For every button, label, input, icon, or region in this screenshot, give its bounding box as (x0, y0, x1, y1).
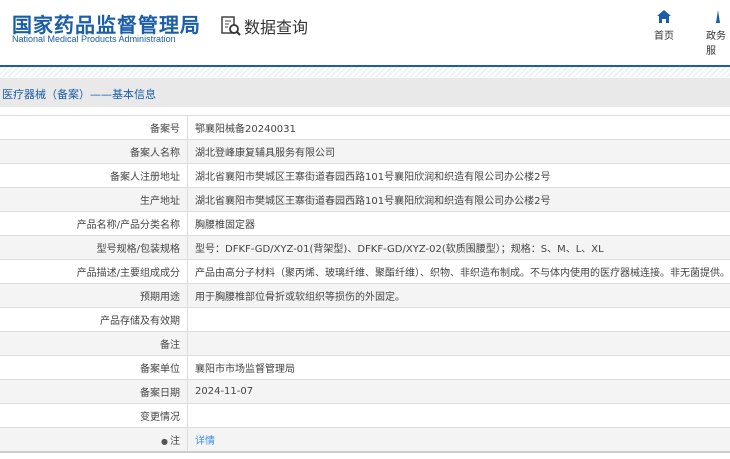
row-value: 襄阳市市场监督管理局 (187, 355, 730, 380)
row-label-text: 生产地址 (140, 196, 180, 207)
row-value: 详情 (187, 427, 730, 453)
row-value: 湖北登峰康复辅具服务有限公司 (187, 139, 730, 164)
row-value-text: 湖北省襄阳市樊城区王寨街道春园西路101号襄阳欣润和织造有限公司办公楼2号 (195, 196, 551, 207)
row-value: 用于胸腰椎部位骨折或软组织等损伤的外固定。 (187, 283, 730, 308)
row-value (187, 307, 730, 332)
table-row: 备案人名称 湖北登峰康复辅具服务有限公司 (0, 139, 730, 164)
decorative-stripe (0, 67, 730, 77)
row-value: 2024-11-07 (187, 379, 730, 404)
site-header: 国家药品监督管理局 National Medical Products Admi… (0, 0, 730, 66)
row-value: 产品由高分子材料（聚丙烯、玻璃纤维、聚酯纤维）、织物、非织造布制成。不与体内使用… (187, 259, 730, 284)
row-value: 湖北省襄阳市樊城区王寨街道春园西路101号襄阳欣润和织造有限公司办公楼2号 (187, 187, 730, 212)
logo-subtitle: National Medical Products Administration (12, 34, 176, 44)
row-label: 备案日期 (0, 379, 188, 404)
table-row: 产品名称/产品分类名称 胸腰椎固定器 (0, 211, 730, 236)
services-icon (716, 10, 720, 23)
details-link[interactable]: 详情 (195, 436, 215, 447)
nav-home[interactable]: 首页 (654, 10, 674, 42)
row-label-text: 备案日期 (140, 388, 180, 399)
table-row: 生产地址 湖北省襄阳市樊城区王寨街道春园西路101号襄阳欣润和织造有限公司办公楼2… (0, 187, 730, 212)
table-row: 预期用途 用于胸腰椎部位骨折或软组织等损伤的外固定。 (0, 283, 730, 308)
table-row: 备案人注册地址 湖北省襄阳市樊城区王寨街道春园西路101号襄阳欣润和织造有限公司办… (0, 163, 730, 188)
table-row: 备案日期 2024-11-07 (0, 379, 730, 404)
row-label: 预期用途 (0, 283, 188, 308)
row-label-text: 型号规格/包装规格 (96, 244, 180, 255)
row-value: 湖北省襄阳市樊城区王寨街道春园西路101号襄阳欣润和织造有限公司办公楼2号 (187, 163, 730, 188)
row-label: 备案号 (0, 115, 188, 140)
data-query-label: 数据查询 (244, 18, 309, 37)
home-icon (657, 10, 671, 23)
section-title-bar: 医疗器械（备案）——基本信息 (0, 78, 730, 107)
row-value-text: 2024-11-07 (195, 386, 254, 397)
table-row: 备注 (0, 331, 730, 356)
row-value-text: 胸腰椎固定器 (195, 220, 255, 231)
table-row: 产品存储及有效期 (0, 307, 730, 332)
row-value-text: 产品由高分子材料（聚丙烯、玻璃纤维、聚酯纤维）、织物、非织造布制成。不与体内使用… (195, 268, 730, 279)
row-label-text: 变更情况 (140, 412, 180, 423)
section-title: 医疗器械（备案）——基本信息 (2, 88, 156, 101)
nav-government-services[interactable]: 政务服 (706, 10, 730, 57)
row-value: 鄂襄阳械备20240031 (187, 115, 730, 140)
table-row: 型号规格/包装规格 型号：DFKF-GD/XYZ-01(背架型)、DFKF-GD/… (0, 235, 730, 260)
row-label: 生产地址 (0, 187, 188, 212)
row-label-text: 产品存储及有效期 (100, 316, 180, 327)
document-search-icon (221, 16, 241, 36)
row-label: ● 注 (0, 427, 188, 453)
row-label-text: 备注 (160, 340, 180, 351)
pin-icon: ● (161, 437, 168, 446)
row-label-text: 备案号 (150, 124, 180, 135)
row-label-text: 预期用途 (140, 292, 180, 303)
row-value (187, 331, 730, 356)
data-query-heading[interactable]: 数据查询 (220, 14, 308, 38)
row-label: 备案人名称 (0, 139, 188, 164)
row-label: 型号规格/包装规格 (0, 235, 188, 260)
row-label: 备注 (0, 331, 188, 356)
row-value: 型号：DFKF-GD/XYZ-01(背架型)、DFKF-GD/XYZ-02(软质… (187, 235, 730, 260)
row-value: 胸腰椎固定器 (187, 211, 730, 236)
row-label: 产品存储及有效期 (0, 307, 188, 332)
table-row: 产品描述/主要组成成分 产品由高分子材料（聚丙烯、玻璃纤维、聚酯纤维）、织物、非织… (0, 259, 730, 284)
row-value-text: 湖北登峰康复辅具服务有限公司 (195, 148, 335, 159)
row-value-text: 襄阳市市场监督管理局 (195, 364, 295, 375)
row-value-text: 鄂襄阳械备20240031 (195, 124, 296, 135)
row-label: 变更情况 (0, 403, 188, 428)
table-row: 备案单位 襄阳市市场监督管理局 (0, 355, 730, 380)
row-label-text: 产品描述/主要组成成分 (76, 268, 180, 279)
nav-home-label: 首页 (654, 31, 674, 42)
nav-services-label: 政务服 (706, 31, 726, 57)
row-value-text: 型号：DFKF-GD/XYZ-01(背架型)、DFKF-GD/XYZ-02(软质… (195, 244, 604, 255)
table-row: 备案号 鄂襄阳械备20240031 (0, 115, 730, 140)
row-label: 产品描述/主要组成成分 (0, 259, 188, 284)
row-label: 产品名称/产品分类名称 (0, 211, 188, 236)
table-row: ● 注详情 (0, 427, 730, 453)
table-row: 变更情况 (0, 403, 730, 428)
row-value-text: 湖北省襄阳市樊城区王寨街道春园西路101号襄阳欣润和织造有限公司办公楼2号 (195, 172, 551, 183)
row-label: 备案单位 (0, 355, 188, 380)
row-value (187, 403, 730, 428)
row-label-text: 产品名称/产品分类名称 (76, 220, 180, 231)
info-table: 备案号 鄂襄阳械备20240031 备案人名称 湖北登峰康复辅具服务有限公司备案人注册… (0, 115, 730, 453)
row-label-text: 备案人注册地址 (110, 172, 180, 183)
row-value-text: 用于胸腰椎部位骨折或软组织等损伤的外固定。 (195, 292, 405, 303)
row-label-text: 备案人名称 (130, 148, 180, 159)
row-label-text: 备案单位 (140, 364, 180, 375)
row-label-text: 注 (170, 436, 180, 447)
row-label: 备案人注册地址 (0, 163, 188, 188)
